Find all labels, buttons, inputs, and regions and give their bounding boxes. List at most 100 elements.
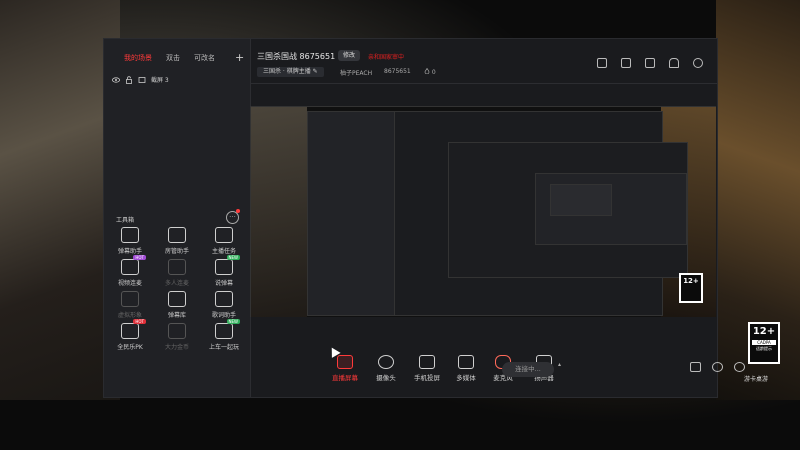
screen-icon: [337, 355, 353, 369]
tool-label: 说弹幕: [214, 280, 233, 287]
danmaku-icon: [121, 227, 139, 243]
hot-tag: HOT: [133, 319, 146, 324]
tool-label: 虚拟形象: [117, 312, 142, 319]
camera-icon: [378, 355, 394, 369]
tool-label: 摄像头: [376, 374, 396, 382]
streamer-name: 柚子PEACH: [340, 70, 373, 77]
age-rating-value: 12+: [752, 326, 776, 337]
live-screen-button[interactable]: 直播屏幕: [328, 355, 362, 382]
play-icon: [458, 355, 474, 369]
tool-label: 视频连麦: [117, 280, 142, 287]
tool-label: 房管助手: [164, 248, 189, 255]
tool-coin[interactable]: 大力金币: [157, 323, 197, 351]
tool-label: 弹幕助手: [117, 248, 142, 255]
scene-item[interactable]: 截屏 3: [112, 75, 250, 84]
tool-danmaku-helper[interactable]: 弹幕助手: [110, 227, 150, 255]
age-hint-label: 适龄提示: [756, 346, 772, 351]
eye-icon[interactable]: [112, 76, 120, 84]
multi-link-icon: [168, 259, 186, 275]
tab-renameable[interactable]: 可改名: [194, 53, 215, 63]
preview-art-left: [251, 107, 307, 317]
tool-label: 上车一起玩: [208, 344, 239, 351]
tool-pk[interactable]: HOT 全民乐PK: [110, 319, 150, 351]
hot-tag: HOT: [133, 255, 146, 260]
new-tag: NEW: [226, 255, 240, 260]
streaming-app-window: 我的场景 双击 可改名 + 截屏 3 工具箱 ··· 弹幕助手 房管助手 主播任…: [103, 38, 745, 398]
tool-label: 主播任务: [211, 248, 236, 255]
tool-speak-danmaku[interactable]: NEW 说弹幕: [204, 255, 244, 287]
lyrics-icon: [215, 291, 233, 307]
left-game-artwork: [0, 0, 120, 400]
publisher-logo-text: 游卡桌游: [744, 376, 769, 383]
tool-room-admin[interactable]: 房管助手: [157, 227, 197, 255]
video-link-icon: [121, 259, 139, 275]
tool-danmaku-lib[interactable]: 弹幕库: [157, 291, 197, 319]
danmaku-lib-icon: [168, 291, 186, 307]
car-icon: [215, 323, 233, 339]
header-toolbar: [597, 58, 703, 68]
avatar-icon: [121, 291, 139, 307]
nested-sidebar: [308, 112, 395, 315]
tool-label: 多人连麦: [164, 280, 189, 287]
age-rating-value: 12+: [683, 277, 699, 285]
flame-icon: [424, 67, 430, 75]
add-scene-button[interactable]: +: [235, 51, 244, 64]
review-notice: 亲和国家审中: [368, 54, 405, 61]
eye-preview-icon[interactable]: [712, 362, 723, 372]
new-tag: NEW: [226, 319, 240, 324]
scene-tabs: 我的场景 双击 可改名: [104, 39, 250, 63]
notification-dot: [236, 209, 240, 213]
likes-count: 0: [424, 67, 436, 76]
unlock-icon[interactable]: [621, 58, 631, 68]
scene-label: 截屏 3: [151, 77, 169, 84]
category-selector[interactable]: 三国杀 · 棋牌主播 ✎: [257, 67, 324, 77]
likes-value: 0: [431, 69, 436, 76]
nested-app-window: [307, 111, 688, 316]
tool-video-link[interactable]: HOT 视频连麦: [110, 255, 150, 287]
tab-double-click[interactable]: 双击: [166, 53, 180, 63]
gift-icon[interactable]: [597, 58, 607, 68]
nested-preview-inner: [535, 173, 687, 245]
speaker-dropdown-icon[interactable]: ▴: [558, 361, 561, 368]
tool-virtual-avatar[interactable]: 虚拟形象: [110, 291, 150, 319]
tool-label: 手机投屏: [414, 374, 440, 382]
speak-danmaku-icon: [215, 259, 233, 275]
tool-label: 大力金币: [164, 344, 189, 351]
tool-carpool[interactable]: NEW 上车一起玩: [204, 319, 244, 351]
sidebar: 我的场景 双击 可改名 + 截屏 3 工具箱 ··· 弹幕助手 房管助手 主播任…: [104, 39, 251, 397]
room-title: 三国杀国战 8675651: [257, 52, 336, 61]
multimedia-button[interactable]: 多媒体: [449, 355, 483, 382]
screen-source-icon: [138, 76, 146, 84]
stream-preview[interactable]: 12+: [250, 106, 716, 317]
coin-icon: [168, 323, 186, 339]
nested-preview: [448, 142, 688, 278]
tool-label: 直播屏幕: [332, 374, 358, 382]
cadpa-label: CADPA: [752, 340, 776, 345]
age-rating-badge-small: 12+: [679, 273, 703, 303]
age-rating-badge: 12+ CADPA 适龄提示: [748, 322, 780, 364]
room-id: 8675651: [384, 68, 411, 75]
tool-label: 全民乐PK: [117, 344, 143, 351]
tool-label: 弹幕库: [167, 312, 186, 319]
record-icon[interactable]: [690, 362, 701, 372]
task-icon: [215, 227, 233, 243]
bell-icon[interactable]: [669, 58, 679, 68]
nested-preview-deepest: [550, 184, 612, 216]
tool-lyrics[interactable]: 歌词助手: [204, 291, 244, 319]
phone-icon: [419, 355, 435, 369]
edit-title-button[interactable]: 修改: [338, 50, 361, 61]
toolbox-title: 工具箱: [116, 217, 135, 224]
camera-button[interactable]: 摄像头: [369, 355, 403, 382]
tool-multi-link[interactable]: 多人连麦: [157, 259, 197, 287]
tab-my-scenes[interactable]: 我的场景: [124, 53, 152, 63]
tool-label: 歌词助手: [211, 312, 236, 319]
lock-icon[interactable]: [125, 75, 133, 84]
start-live-button[interactable]: 连接中...: [502, 362, 554, 377]
layout-icon[interactable]: [645, 58, 655, 68]
preview-capture: 12+: [250, 106, 716, 317]
share-icon[interactable]: [693, 58, 703, 68]
phone-cast-button[interactable]: 手机投屏: [410, 355, 444, 382]
tool-streamer-task[interactable]: 主播任务: [204, 227, 244, 255]
settings-gear-icon[interactable]: [734, 362, 745, 372]
bottom-toolbar: 直播屏幕 摄像头 手机投屏 多媒体 麦克风 ▴ 扬声器 ▴: [250, 345, 745, 397]
